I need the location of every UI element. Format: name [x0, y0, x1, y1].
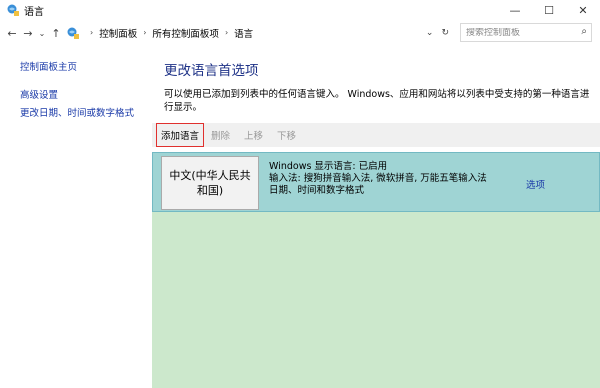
sidebar-link-advanced-settings[interactable]: 高级设置	[20, 87, 58, 101]
breadcrumb-separator: ›	[143, 28, 147, 37]
language-options-link[interactable]: 选项	[526, 177, 545, 191]
maximize-button[interactable]: ☐	[532, 0, 566, 20]
breadcrumb: › 控制面板 › 所有控制面板项 › 语言	[84, 26, 253, 40]
window-title: 语言	[24, 6, 44, 18]
breadcrumb-separator: ›	[90, 28, 94, 37]
recent-locations-button[interactable]: ⌄	[36, 29, 48, 38]
page-title: 更改语言首选项	[164, 63, 259, 79]
breadcrumb-control-panel[interactable]: 控制面板	[99, 26, 137, 40]
language-toolbar: 添加语言 删除 上移 下移	[152, 123, 600, 147]
sidebar-link-control-panel-home[interactable]: 控制面板主页	[20, 59, 77, 73]
list-item[interactable]: 中文(中华人民共和国) Windows 显示语言: 已启用 输入法: 搜狗拼音输…	[152, 152, 600, 212]
move-down-button[interactable]: 下移	[270, 128, 303, 142]
main-content: 更改语言首选项 可以使用已添加到列表中的任何语言键入。 Windows、应用和网…	[152, 44, 600, 388]
display-language-status: Windows 显示语言: 已启用	[269, 161, 388, 172]
search-box[interactable]: ⌕	[460, 23, 592, 42]
remove-button[interactable]: 删除	[204, 128, 237, 142]
close-button[interactable]: ✕	[566, 0, 600, 20]
forward-button[interactable]: →	[20, 27, 36, 40]
up-button[interactable]: ↑	[48, 27, 64, 40]
sidebar-link-change-date-time-format[interactable]: 更改日期、时间或数字格式	[20, 105, 134, 119]
title-bar: 语言 — ☐ ✕	[0, 0, 600, 20]
address-bar[interactable]: › 控制面板 › 所有控制面板项 › 语言 ⌄ ↻	[66, 23, 453, 42]
control-panel-icon	[67, 27, 79, 39]
page-description: 可以使用已添加到列表中的任何语言键入。 Windows、应用和网站将以列表中受支…	[164, 89, 590, 113]
sidebar: 控制面板主页 高级设置 更改日期、时间或数字格式	[0, 44, 152, 388]
search-icon[interactable]: ⌕	[581, 26, 587, 37]
date-time-format: 日期、时间和数字格式	[269, 185, 365, 196]
language-name-button[interactable]: 中文(中华人民共和国)	[161, 156, 259, 210]
add-language-button[interactable]: 添加语言	[156, 123, 205, 147]
search-input[interactable]	[466, 27, 576, 38]
breadcrumb-separator: ›	[224, 28, 229, 37]
back-button[interactable]: ←	[4, 27, 20, 40]
minimize-button[interactable]: —	[498, 0, 532, 20]
move-up-button[interactable]: 上移	[237, 128, 270, 142]
breadcrumb-language[interactable]: 语言	[234, 26, 253, 40]
language-details: Windows 显示语言: 已启用 输入法: 搜狗拼音输入法, 微软拼音, 万能…	[269, 161, 487, 197]
refresh-icon[interactable]: ↻	[441, 28, 449, 38]
language-list: 中文(中华人民共和国) Windows 显示语言: 已启用 输入法: 搜狗拼音输…	[152, 152, 600, 388]
language-app-icon	[7, 4, 19, 16]
input-methods: 输入法: 搜狗拼音输入法, 微软拼音, 万能五笔输入法	[269, 173, 487, 184]
breadcrumb-all-items[interactable]: 所有控制面板项	[152, 26, 219, 40]
address-dropdown-icon[interactable]: ⌄	[426, 28, 434, 38]
